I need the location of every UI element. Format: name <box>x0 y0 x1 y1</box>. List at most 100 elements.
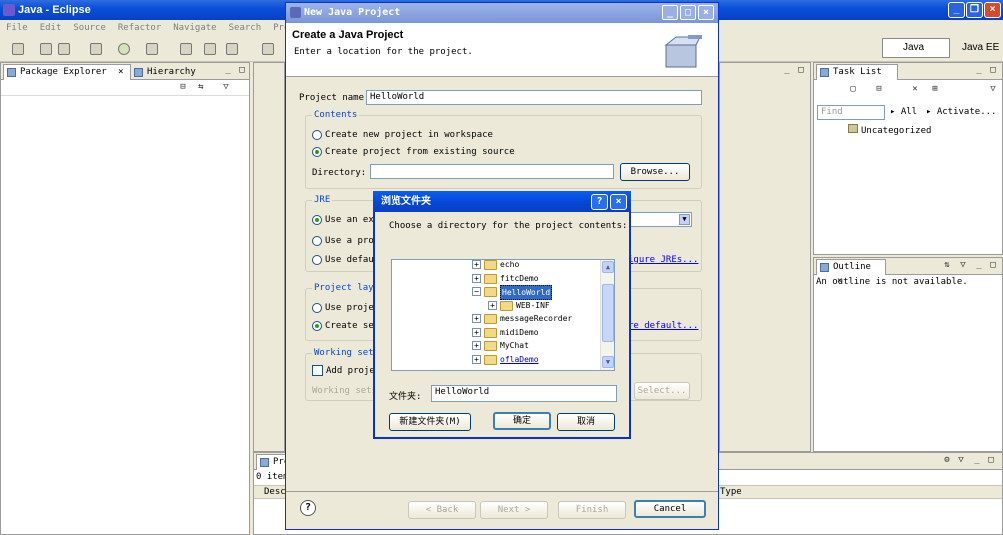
scroll-down-icon[interactable]: ▼ <box>602 356 614 368</box>
radio-jre-project[interactable] <box>312 236 322 246</box>
tab-problems[interactable]: Pro <box>256 454 289 470</box>
tree-item[interactable]: + messageRecorder <box>392 312 602 325</box>
tree-item[interactable]: + midiDemo <box>392 326 602 339</box>
tab-hierarchy[interactable]: Hierarchy <box>133 65 196 79</box>
save-icon[interactable] <box>40 43 52 55</box>
debug-icon[interactable] <box>90 43 102 55</box>
minimize-view-icon[interactable]: _ <box>972 456 982 466</box>
problems-filter-icon[interactable]: ⚙ <box>942 456 952 466</box>
tree-item[interactable]: + fitcDemo <box>392 272 602 285</box>
expand-icon[interactable]: + <box>488 300 497 310</box>
maximize-view-icon[interactable]: □ <box>988 261 998 271</box>
expand-icon[interactable]: + <box>472 314 481 323</box>
new-task-icon[interactable]: ▢ <box>848 85 858 95</box>
tree-scrollbar[interactable]: ▲ ▼ <box>600 260 614 370</box>
radio-existing-source[interactable] <box>312 147 322 157</box>
radio-layout-project[interactable] <box>312 303 322 313</box>
task-uncategorized[interactable]: Uncategorized <box>848 124 931 136</box>
menu-edit[interactable]: Edit <box>40 23 62 33</box>
radio-new-workspace[interactable] <box>312 130 322 140</box>
view-menu-icon[interactable]: ▽ <box>956 456 966 466</box>
outline-sort-icon[interactable]: ⇅ <box>942 261 952 271</box>
add-to-working-set-checkbox[interactable] <box>312 365 323 376</box>
filter-icon[interactable]: ✕ <box>910 85 920 95</box>
new-icon[interactable] <box>12 43 24 55</box>
maximize-view-icon[interactable]: □ <box>237 66 247 76</box>
collapse-icon[interactable]: ⊟ <box>874 85 884 95</box>
browse-button[interactable]: Browse... <box>620 163 690 181</box>
folder-input[interactable]: HelloWorld <box>431 385 617 402</box>
jre-select[interactable]: ▼ <box>626 212 692 227</box>
directory-input[interactable] <box>370 164 614 179</box>
new-class-icon[interactable] <box>226 43 238 55</box>
collapse-icon[interactable]: − <box>472 287 481 296</box>
finish-button[interactable]: Finish <box>558 501 626 519</box>
view-menu-icon[interactable]: ▽ <box>221 83 231 93</box>
tab-outline[interactable]: Outline × <box>816 259 886 286</box>
view-menu-icon[interactable]: ▽ <box>988 85 998 95</box>
project-name-input[interactable]: HelloWorld <box>366 90 702 105</box>
menu-refactor[interactable]: Refactor <box>118 23 161 33</box>
dialog-maximize-icon[interactable]: □ <box>680 5 696 20</box>
dialog-minimize-icon[interactable]: _ <box>662 5 678 20</box>
folder-tree[interactable]: + echo + fitcDemo − HelloWorld + WEB-INF + messag… <box>391 259 615 371</box>
tab-task-list[interactable]: Task List × <box>816 64 898 91</box>
radio-layout-separate[interactable] <box>312 321 322 331</box>
view-menu-icon[interactable]: ▽ <box>958 261 968 271</box>
scroll-up-icon[interactable]: ▲ <box>602 261 614 273</box>
configure-default-link[interactable]: re default... <box>628 321 698 331</box>
expand-icon[interactable]: + <box>472 341 481 350</box>
task-find-input[interactable]: Find <box>817 105 885 120</box>
link-editor-icon[interactable]: ⇆ <box>196 83 206 93</box>
browse-help-icon[interactable]: ? <box>591 194 608 210</box>
next-button[interactable]: Next > <box>480 501 548 519</box>
tab-close-icon[interactable]: × <box>118 67 123 77</box>
menu-navigate[interactable]: Navigate <box>173 23 216 33</box>
tree-item[interactable]: − HelloWorld <box>392 285 602 300</box>
tree-item[interactable]: + oflaDemo <box>392 353 602 366</box>
run-icon[interactable] <box>118 43 130 55</box>
expand-icon[interactable]: + <box>472 260 481 269</box>
sync-icon[interactable]: ⊞ <box>930 85 940 95</box>
expand-icon[interactable]: + <box>472 273 481 283</box>
external-tools-icon[interactable] <box>146 43 158 55</box>
perspective-java[interactable]: Java <box>882 38 950 58</box>
browse-cancel-button[interactable]: 取消 <box>557 413 615 431</box>
col-description[interactable]: Desc <box>264 487 286 497</box>
expand-icon[interactable]: + <box>472 354 481 364</box>
print-icon[interactable] <box>58 43 70 55</box>
editor-minimize-icon[interactable]: _ <box>782 66 792 76</box>
menu-file[interactable]: File <box>6 23 28 33</box>
close-icon[interactable]: × <box>984 2 1001 18</box>
minimize-view-icon[interactable]: _ <box>974 261 984 271</box>
menu-source[interactable]: Source <box>73 23 106 33</box>
minimize-view-icon[interactable]: _ <box>974 66 984 76</box>
back-button[interactable]: < Back <box>408 501 476 519</box>
tree-item[interactable]: + MyChat <box>392 339 602 352</box>
new-java-project-icon[interactable] <box>180 43 192 55</box>
menu-search[interactable]: Search <box>229 23 262 33</box>
minimize-icon[interactable]: _ <box>948 2 965 18</box>
new-folder-button[interactable]: 新建文件夹(M) <box>389 413 471 431</box>
maximize-view-icon[interactable]: □ <box>988 66 998 76</box>
task-activate[interactable]: ▸ Activate... <box>926 107 996 117</box>
open-type-icon[interactable] <box>262 43 274 55</box>
task-filter-all[interactable]: ▸ All <box>890 107 917 117</box>
scroll-thumb[interactable] <box>602 284 614 342</box>
radio-jre-exec[interactable] <box>312 215 322 225</box>
tree-item[interactable]: + echo <box>392 260 602 271</box>
tab-package-explorer[interactable]: Package Explorer × <box>3 64 131 80</box>
browse-close-icon[interactable]: × <box>610 194 627 210</box>
maximize-view-icon[interactable]: □ <box>986 456 996 466</box>
new-package-icon[interactable] <box>204 43 216 55</box>
dialog-close-icon[interactable]: × <box>698 5 714 20</box>
restore-icon[interactable]: ❐ <box>966 2 983 18</box>
minimize-view-icon[interactable]: _ <box>223 66 233 76</box>
radio-jre-default[interactable] <box>312 255 322 265</box>
editor-maximize-icon[interactable]: □ <box>796 66 806 76</box>
help-icon[interactable]: ? <box>300 500 316 516</box>
configure-jres-link[interactable]: igure JREs... <box>628 255 698 265</box>
tree-item[interactable]: + WEB-INF <box>392 299 602 312</box>
collapse-all-icon[interactable]: ⊟ <box>178 83 188 93</box>
ok-button[interactable]: 确定 <box>493 412 551 430</box>
